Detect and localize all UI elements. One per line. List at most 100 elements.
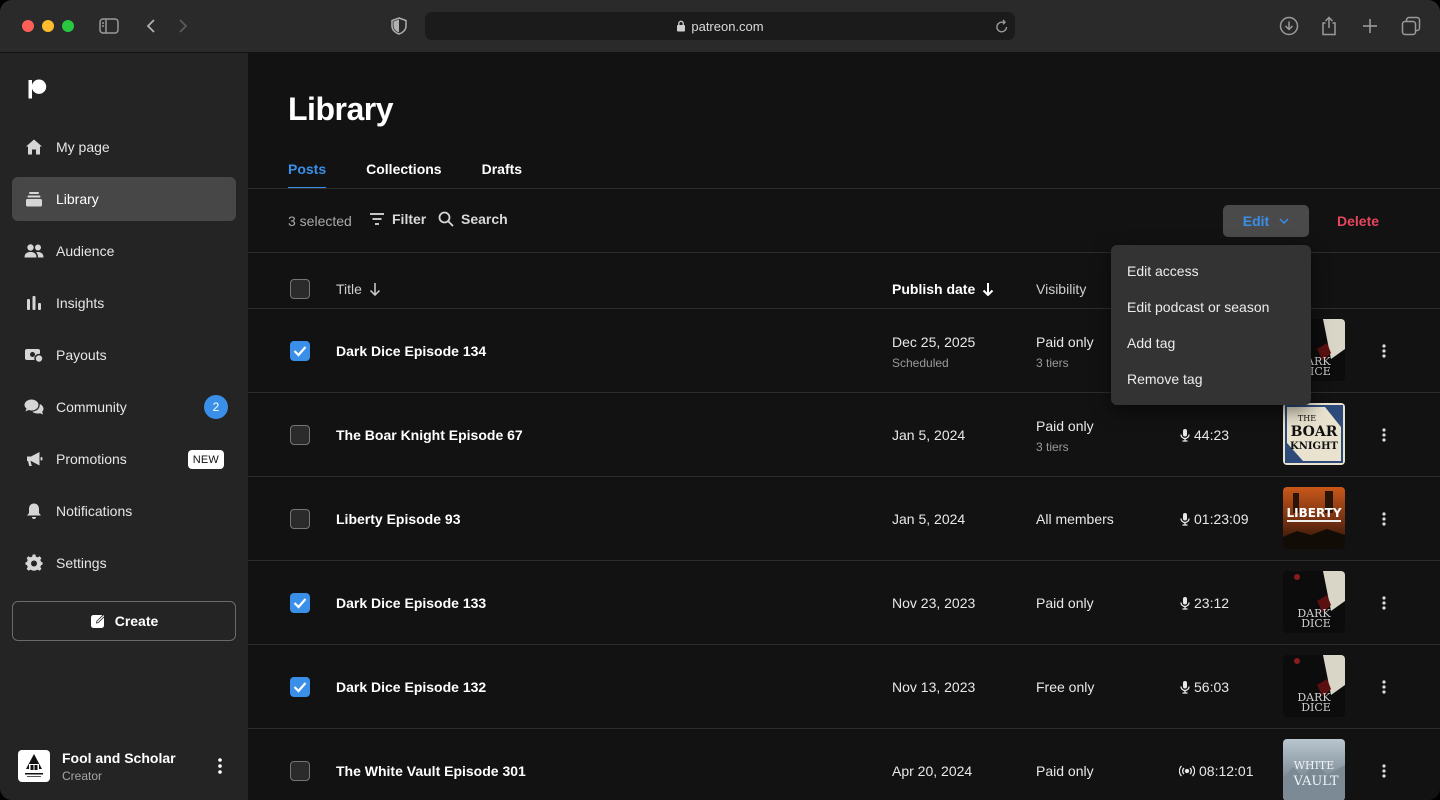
publish-status: Scheduled: [892, 356, 949, 370]
close-window-button[interactable]: [22, 20, 34, 32]
publish-date: Nov 23, 2023: [892, 595, 976, 611]
post-title[interactable]: Dark Dice Episode 132: [336, 679, 486, 695]
library-tabs: Posts Collections Drafts: [288, 161, 562, 189]
visibility: Paid only: [1036, 763, 1094, 779]
minimize-window-button[interactable]: [42, 20, 54, 32]
search-button[interactable]: Search: [438, 211, 508, 227]
filter-button[interactable]: Filter: [369, 211, 426, 227]
duration-text: 23:12: [1194, 595, 1230, 611]
sidebar-item-payouts[interactable]: Payouts: [12, 333, 236, 377]
share-icon[interactable]: [1318, 15, 1340, 37]
row-checkbox[interactable]: [290, 593, 310, 613]
home-icon: [24, 137, 44, 157]
sidebar-toggle-icon[interactable]: [98, 15, 120, 37]
sidebar-item-label: Library: [56, 191, 99, 207]
microphone-icon: [1180, 596, 1190, 610]
sidebar-item-audience[interactable]: Audience: [12, 229, 236, 273]
microphone-icon: [1180, 680, 1190, 694]
audio-duration: 08:12:01: [1179, 763, 1254, 779]
audio-duration: 56:03: [1180, 679, 1229, 695]
downloads-icon[interactable]: [1278, 15, 1300, 37]
column-publish-date-header[interactable]: Publish date: [892, 281, 994, 297]
column-title-label: Title: [336, 281, 362, 297]
duration-text: 44:23: [1194, 427, 1230, 443]
reload-icon[interactable]: [995, 18, 1009, 34]
visibility-tiers: 3 tiers: [1036, 440, 1069, 454]
patreon-logo-icon[interactable]: [26, 78, 48, 100]
new-tab-icon[interactable]: [1359, 15, 1381, 37]
select-all-checkbox[interactable]: [290, 279, 310, 299]
row-more-icon[interactable]: [1376, 761, 1392, 781]
edit-dropdown-button[interactable]: Edit: [1223, 205, 1309, 237]
column-publish-date-label: Publish date: [892, 281, 976, 297]
menu-item-edit-access[interactable]: Edit access: [1111, 253, 1311, 289]
post-title[interactable]: Dark Dice Episode 133: [336, 595, 486, 611]
menu-item-remove-tag[interactable]: Remove tag: [1111, 361, 1311, 397]
column-title-header[interactable]: Title: [336, 281, 381, 297]
audio-duration: 01:23:09: [1180, 511, 1249, 527]
row-checkbox[interactable]: [290, 677, 310, 697]
browser-toolbar: patreon.com: [0, 0, 1440, 53]
publish-date: Dec 25, 2025: [892, 334, 976, 350]
filter-label: Filter: [392, 211, 427, 227]
sort-arrow-icon: [369, 282, 381, 296]
url-text: patreon.com: [691, 18, 764, 34]
sidebar-item-settings[interactable]: Settings: [12, 541, 236, 585]
sidebar-item-label: Notifications: [56, 503, 133, 519]
table-row[interactable]: Dark Dice Episode 132 Nov 13, 2023 Free …: [248, 645, 1440, 729]
sidebar-item-notifications[interactable]: Notifications: [12, 489, 236, 533]
post-title[interactable]: Dark Dice Episode 134: [336, 343, 486, 359]
column-visibility-header[interactable]: Visibility: [1036, 281, 1086, 297]
sidebar-item-label: Settings: [56, 555, 107, 571]
gear-icon: [24, 553, 44, 573]
row-checkbox[interactable]: [290, 509, 310, 529]
create-button[interactable]: Create: [12, 601, 236, 641]
privacy-shield-icon[interactable]: [388, 15, 410, 37]
delete-button[interactable]: Delete: [1337, 213, 1379, 229]
visibility: Paid only: [1036, 595, 1094, 611]
sidebar-item-library[interactable]: Library: [12, 177, 236, 221]
menu-item-add-tag[interactable]: Add tag: [1111, 325, 1311, 361]
sidebar-item-promotions[interactable]: Promotions NEW: [12, 437, 236, 481]
forward-icon[interactable]: [172, 15, 194, 37]
creator-role: Creator: [62, 769, 103, 783]
tab-overview-icon[interactable]: [1400, 15, 1422, 37]
post-title[interactable]: The White Vault Episode 301: [336, 763, 526, 779]
table-row[interactable]: Liberty Episode 93 Jan 5, 2024 All membe…: [248, 477, 1440, 561]
tab-collections[interactable]: Collections: [366, 161, 441, 189]
menu-item-edit-podcast-or-season[interactable]: Edit podcast or season: [1111, 289, 1311, 325]
more-options-icon[interactable]: [212, 755, 228, 777]
table-row[interactable]: The Boar Knight Episode 67 Jan 5, 2024 P…: [248, 393, 1440, 477]
creator-profile[interactable]: Fool and Scholar Creator: [0, 733, 248, 800]
duration-text: 01:23:09: [1194, 511, 1249, 527]
post-title[interactable]: Liberty Episode 93: [336, 511, 460, 527]
row-checkbox[interactable]: [290, 341, 310, 361]
row-more-icon[interactable]: [1376, 593, 1392, 613]
sidebar-item-label: My page: [56, 139, 110, 155]
row-checkbox[interactable]: [290, 761, 310, 781]
sidebar-item-label: Insights: [56, 295, 105, 311]
table-row[interactable]: The White Vault Episode 301 Apr 20, 2024…: [248, 729, 1440, 800]
library-icon: [24, 189, 44, 209]
sidebar-item-insights[interactable]: Insights: [12, 281, 236, 325]
tab-posts[interactable]: Posts: [288, 161, 327, 189]
table-row[interactable]: Dark Dice Episode 133 Nov 23, 2023 Paid …: [248, 561, 1440, 645]
sidebar-item-my-page[interactable]: My page: [12, 125, 236, 169]
row-more-icon[interactable]: [1376, 425, 1392, 445]
create-button-label: Create: [114, 613, 159, 629]
row-more-icon[interactable]: [1376, 677, 1392, 697]
post-title[interactable]: The Boar Knight Episode 67: [336, 427, 523, 443]
svg-text:DICE: DICE: [1301, 701, 1331, 714]
white-vault-cover-art: WHITE VAULT: [1283, 739, 1345, 800]
address-bar[interactable]: patreon.com: [425, 12, 1015, 40]
row-more-icon[interactable]: [1376, 509, 1392, 529]
row-more-icon[interactable]: [1376, 341, 1392, 361]
back-icon[interactable]: [140, 15, 162, 37]
sidebar-item-community[interactable]: Community 2: [12, 385, 236, 429]
avatar: [18, 750, 50, 782]
edit-label: Edit: [1242, 213, 1270, 229]
tab-drafts[interactable]: Drafts: [482, 161, 522, 189]
zoom-window-button[interactable]: [62, 20, 74, 32]
row-checkbox[interactable]: [290, 425, 310, 445]
visibility: All members: [1036, 511, 1114, 527]
